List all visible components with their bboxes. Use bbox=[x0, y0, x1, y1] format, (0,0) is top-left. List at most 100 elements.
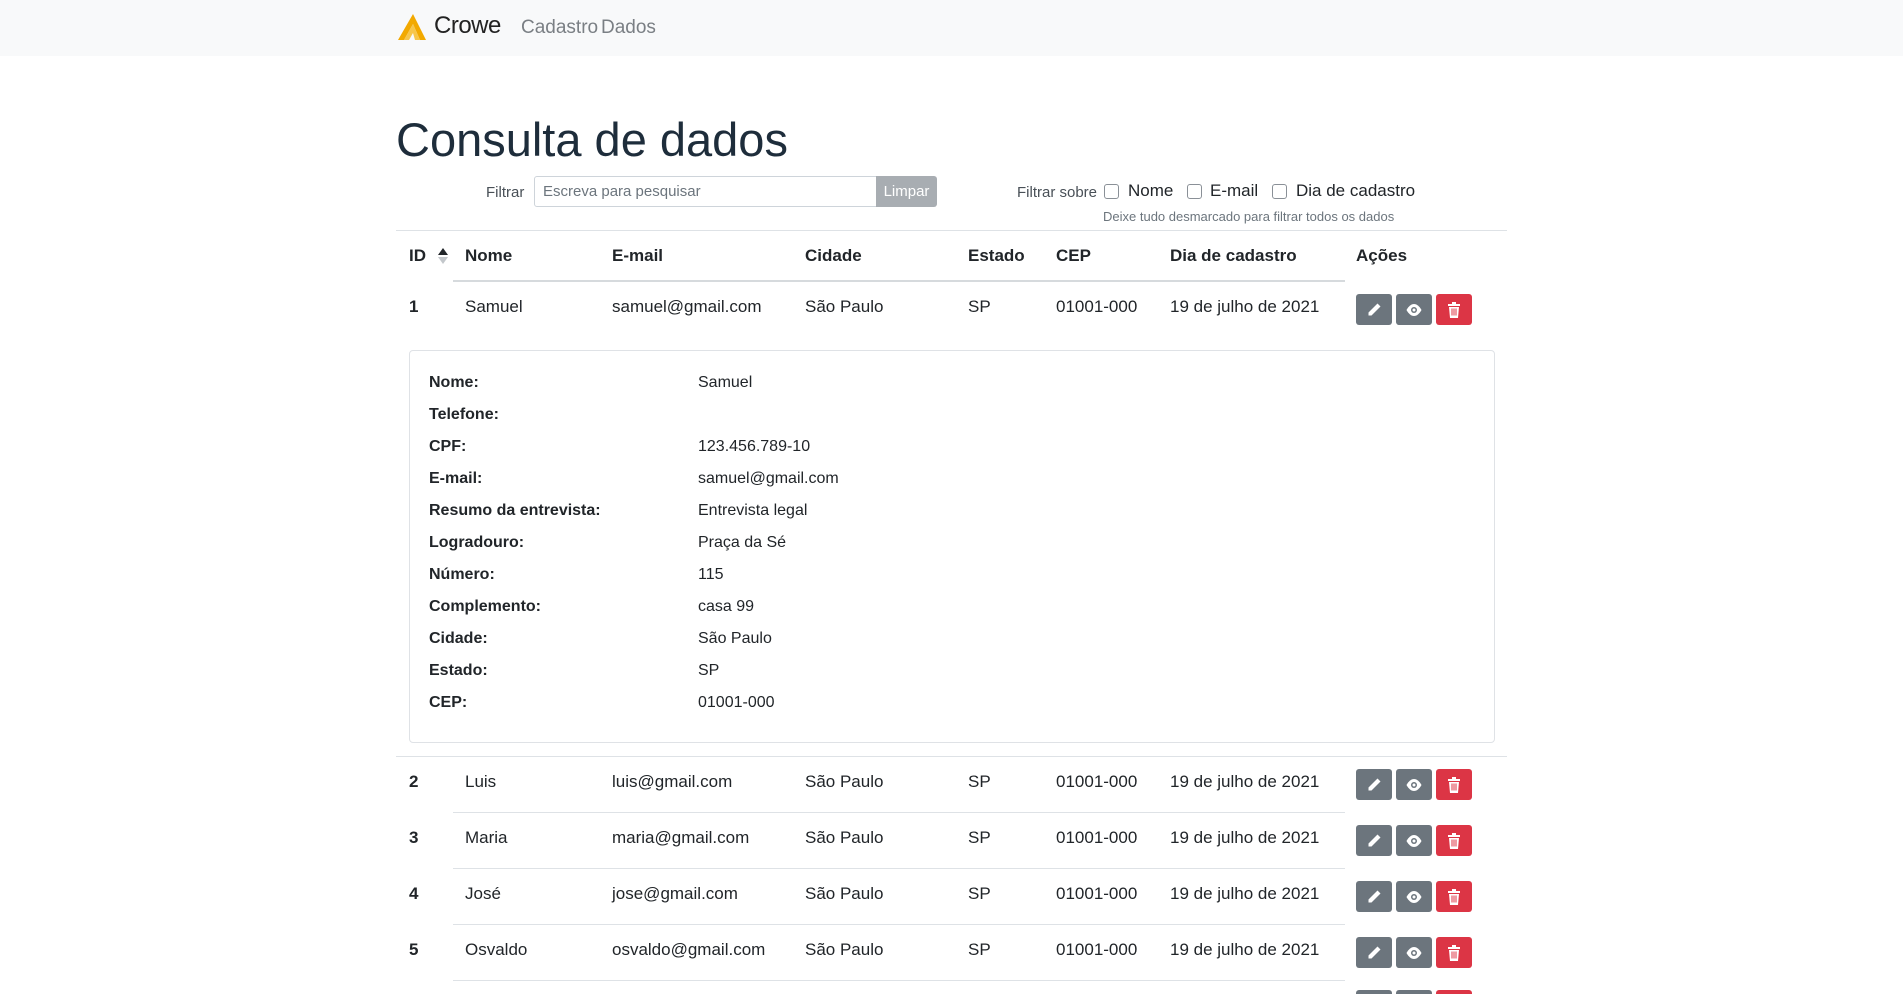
cell-id: 4 bbox=[409, 884, 419, 903]
cell-estado: SP bbox=[968, 940, 991, 959]
cell-cep: 01001-000 bbox=[1056, 297, 1138, 316]
cell-email: luis@gmail.com bbox=[612, 772, 733, 791]
cell-email: osvaldo@gmail.com bbox=[612, 940, 766, 959]
column-header-email[interactable]: E-mail bbox=[612, 246, 663, 266]
detail-value-nome: Samuel bbox=[698, 374, 753, 391]
detail-value-logradouro: Praça da Sé bbox=[698, 534, 787, 551]
delete-button[interactable] bbox=[1436, 990, 1472, 994]
detail-bottom-divider bbox=[396, 756, 1507, 757]
cell-cep: 01001-000 bbox=[1056, 884, 1138, 903]
cell-cidade: São Paulo bbox=[805, 940, 884, 959]
nav-link-dados[interactable]: Dados bbox=[601, 17, 656, 39]
search-input[interactable] bbox=[534, 176, 877, 207]
eye-icon bbox=[1406, 303, 1422, 316]
detail-value-numero: 115 bbox=[698, 566, 724, 583]
cell-dia-cadastro: 19 de julho de 2021 bbox=[1170, 940, 1320, 959]
column-header-cep[interactable]: CEP bbox=[1056, 246, 1091, 266]
column-header-cidade[interactable]: Cidade bbox=[805, 246, 862, 266]
view-button[interactable] bbox=[1396, 881, 1432, 912]
checkbox-nome-label[interactable]: Nome bbox=[1128, 181, 1173, 201]
eye-icon bbox=[1406, 778, 1422, 791]
nav-link-cadastro[interactable]: Cadastro bbox=[521, 17, 598, 39]
row-actions bbox=[1356, 294, 1472, 325]
cell-nome: Luis bbox=[465, 772, 497, 791]
checkbox-email[interactable] bbox=[1187, 184, 1202, 199]
cell-estado: SP bbox=[968, 297, 991, 316]
checkbox-dia-cadastro[interactable] bbox=[1272, 184, 1287, 199]
cell-cidade: São Paulo bbox=[805, 884, 884, 903]
detail-label-email: E-mail: bbox=[429, 470, 483, 487]
checkbox-dia-cadastro-label[interactable]: Dia de cadastro bbox=[1296, 181, 1415, 201]
column-header-estado[interactable]: Estado bbox=[968, 246, 1025, 266]
column-header-id[interactable]: ID bbox=[409, 246, 426, 266]
detail-value-complemento: casa 99 bbox=[698, 598, 755, 615]
edit-button[interactable] bbox=[1356, 825, 1392, 856]
column-header-nome[interactable]: Nome bbox=[465, 246, 512, 266]
row-actions bbox=[1356, 881, 1472, 912]
brand-name: Crowe bbox=[434, 12, 501, 39]
trash-icon bbox=[1448, 776, 1460, 793]
pencil-icon bbox=[1368, 778, 1381, 790]
cell-email: jose@gmail.com bbox=[612, 884, 738, 903]
pencil-icon bbox=[1368, 890, 1381, 902]
row-divider bbox=[453, 980, 1345, 981]
delete-button[interactable] bbox=[1436, 769, 1472, 800]
view-button[interactable] bbox=[1396, 294, 1432, 325]
delete-button[interactable] bbox=[1436, 881, 1472, 912]
detail-label-logradouro: Logradouro: bbox=[429, 534, 525, 551]
cell-id: 5 bbox=[409, 940, 419, 959]
navbar: Crowe Cadastro Dados bbox=[0, 0, 1903, 56]
pencil-icon bbox=[1368, 834, 1381, 846]
brand[interactable]: Crowe bbox=[396, 12, 501, 40]
view-button[interactable] bbox=[1396, 769, 1432, 800]
table-top-divider bbox=[396, 230, 1507, 231]
delete-button[interactable] bbox=[1436, 294, 1472, 325]
column-header-dia-cadastro[interactable]: Dia de cadastro bbox=[1170, 246, 1297, 266]
row-divider bbox=[453, 812, 1345, 813]
pencil-icon bbox=[1368, 946, 1381, 958]
cell-cidade: São Paulo bbox=[805, 772, 884, 791]
sort-asc-icon[interactable] bbox=[436, 246, 450, 268]
column-header-acoes: Ações bbox=[1356, 246, 1408, 265]
edit-button[interactable] bbox=[1356, 294, 1392, 325]
detail-value-resumo: Entrevista legal bbox=[698, 502, 808, 519]
detail-label-complemento: Complemento: bbox=[429, 598, 541, 615]
filter-hint: Deixe tudo desmarcado para filtrar todos… bbox=[1103, 209, 1395, 224]
delete-button[interactable] bbox=[1436, 937, 1472, 968]
view-button[interactable] bbox=[1396, 990, 1432, 994]
delete-button[interactable] bbox=[1436, 825, 1472, 856]
checkbox-email-label[interactable]: E-mail bbox=[1210, 181, 1258, 201]
row-divider bbox=[453, 924, 1345, 925]
cell-email: samuel@gmail.com bbox=[612, 297, 762, 316]
cell-estado: SP bbox=[968, 884, 991, 903]
edit-button[interactable] bbox=[1356, 990, 1392, 994]
detail-label-numero: Número: bbox=[429, 566, 495, 583]
row-actions bbox=[1356, 937, 1472, 968]
detail-label-estado: Estado: bbox=[429, 662, 488, 679]
cell-estado: SP bbox=[968, 828, 991, 847]
row-divider bbox=[453, 868, 1345, 869]
detail-value-estado: SP bbox=[698, 662, 720, 679]
cell-email: maria@gmail.com bbox=[612, 828, 750, 847]
edit-button[interactable] bbox=[1356, 881, 1392, 912]
detail-label-cep: CEP: bbox=[429, 694, 468, 711]
cell-nome: José bbox=[465, 884, 501, 903]
row-actions bbox=[1356, 825, 1472, 856]
trash-icon bbox=[1448, 832, 1460, 849]
cell-cidade: São Paulo bbox=[805, 828, 884, 847]
view-button[interactable] bbox=[1396, 825, 1432, 856]
cell-id: 3 bbox=[409, 828, 419, 847]
filter-over-label: Filtrar sobre bbox=[1017, 184, 1098, 201]
eye-icon bbox=[1406, 834, 1422, 847]
clear-button[interactable]: Limpar bbox=[876, 176, 937, 207]
detail-label-cidade: Cidade: bbox=[429, 630, 488, 647]
checkbox-nome[interactable] bbox=[1104, 184, 1119, 199]
detail-value-cpf: 123.456.789-10 bbox=[698, 438, 811, 455]
view-button[interactable] bbox=[1396, 937, 1432, 968]
detail-value-cep: 01001-000 bbox=[698, 694, 775, 711]
cell-dia-cadastro: 19 de julho de 2021 bbox=[1170, 297, 1320, 316]
cell-cep: 01001-000 bbox=[1056, 772, 1138, 791]
edit-button[interactable] bbox=[1356, 937, 1392, 968]
edit-button[interactable] bbox=[1356, 769, 1392, 800]
row-actions bbox=[1356, 769, 1472, 800]
